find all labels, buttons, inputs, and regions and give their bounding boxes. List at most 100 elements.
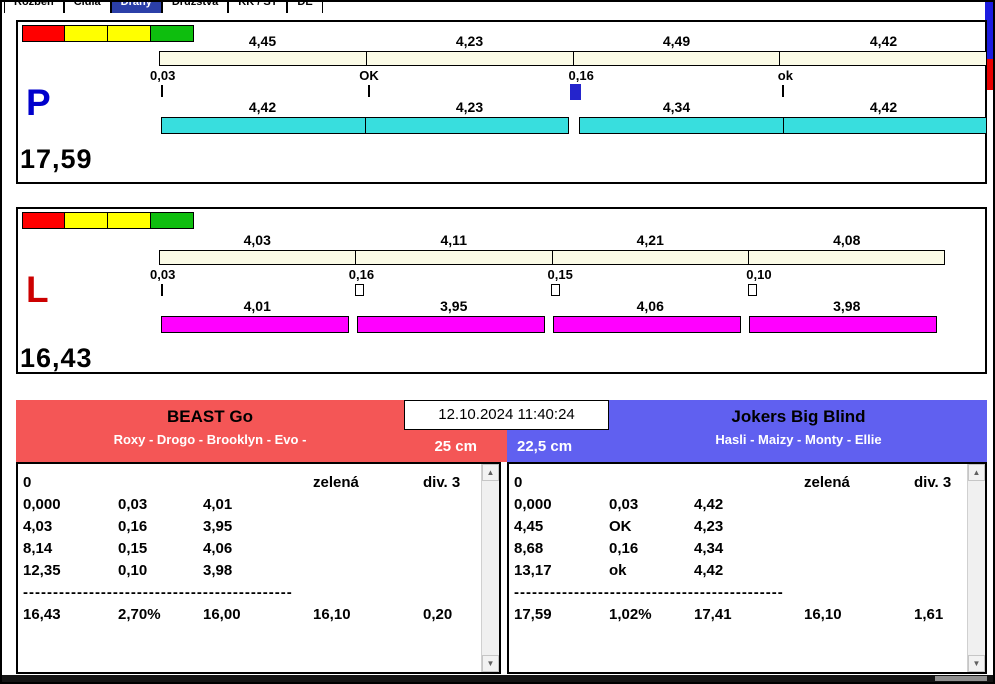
lower-split-times-l: 4,01 3,95 4,06 3,98 <box>159 298 945 314</box>
result-row: 0,000 0,03 4,01 <box>23 496 233 513</box>
scroll-down-icon[interactable]: ▼ <box>482 655 499 672</box>
change-labels-p: 0,03 OK 0,16 ok <box>150 68 987 83</box>
split-time: 4,06 <box>636 298 664 314</box>
scrollbar-left[interactable]: ▲ ▼ <box>481 464 499 672</box>
tab-de[interactable]: DE <box>287 2 323 13</box>
tick-marker <box>782 85 784 97</box>
bar-segment <box>160 251 355 264</box>
scroll-up-icon[interactable]: ▲ <box>968 464 985 481</box>
split-time: 4,21 <box>636 232 664 248</box>
bar-segment <box>161 316 349 333</box>
lower-segment-bar-l <box>161 316 945 333</box>
marker-row-p <box>159 84 987 100</box>
result-row: 4,03 0,16 3,95 <box>23 518 233 535</box>
status-square-yellow-2 <box>108 212 151 229</box>
dog-list-left: Roxy - Drogo - Brooklyn - Evo - <box>113 432 307 447</box>
tick-marker <box>368 85 370 97</box>
scrollbar-right[interactable]: ▲ ▼ <box>967 464 985 672</box>
result-row: 4,45 OK 4,23 <box>514 518 724 535</box>
split-time: 4,42 <box>869 99 898 115</box>
result-row: 8,14 0,15 4,06 <box>23 540 233 557</box>
tick-box-marker <box>551 284 560 296</box>
status-square-red <box>22 212 65 229</box>
bar-segment <box>747 251 944 264</box>
split-time: 3,95 <box>440 298 468 314</box>
bar-segment <box>572 52 780 65</box>
bar-segment <box>551 251 748 264</box>
status-square-yellow-1 <box>65 25 108 42</box>
change-label: 0,03 <box>150 68 176 83</box>
tab-drahy[interactable]: Dráhy <box>110 2 162 13</box>
dog-list-right: Hasli - Maizy - Monty - Ellie <box>715 432 882 447</box>
split-time: 4,11 <box>440 232 467 248</box>
bar-segment <box>355 251 551 264</box>
result-row: 0,000 0,03 4,42 <box>514 496 724 513</box>
result-text-left: 0 zelená div. 3 0,000 0,03 4,01 4,03 0,16 3,… <box>23 472 479 670</box>
bar-segment <box>365 52 573 65</box>
team-name-left: BEAST Go <box>167 407 253 426</box>
status-square-red <box>22 25 65 42</box>
bottom-edge-resize-area <box>935 676 987 681</box>
bar-segment <box>160 52 366 65</box>
upper-split-times-l: 4,03 4,11 4,21 4,08 <box>159 232 945 248</box>
tab-rozbeh[interactable]: Rozbeh <box>4 2 64 13</box>
app-window: Rozbeh Cidla Dráhy Družstva KK / ST DE P… <box>0 0 995 684</box>
window-bottom-edge <box>2 675 993 682</box>
result-row: 13,17 ok 4,42 <box>514 562 724 579</box>
result-head-row: 0 zelená div. 3 <box>514 474 952 491</box>
bar-segment <box>579 117 784 134</box>
status-square-yellow-1 <box>65 212 108 229</box>
tab-bar: Rozbeh Cidla Dráhy Družstva KK / ST DE <box>4 2 323 13</box>
result-separator: ----------------------------------------… <box>23 584 293 601</box>
result-panel-right: 0 zelená div. 3 0,000 0,03 4,42 4,45 OK 4,23… <box>507 462 987 674</box>
bar-segment <box>357 316 545 333</box>
lane-letter-l: L <box>26 269 49 310</box>
lane-letter-p: P <box>26 82 51 123</box>
upper-split-times-p: 4,45 4,23 4,49 4,42 <box>159 33 987 49</box>
team-name-right: Jokers Big Blind <box>731 407 866 426</box>
change-label: 0,03 <box>150 267 176 282</box>
result-head-row: 0 zelená div. 3 <box>23 474 461 491</box>
bar-segment <box>161 117 366 134</box>
change-label: 0,16 <box>568 68 594 83</box>
active-marker <box>570 84 581 100</box>
change-label: OK <box>359 68 379 83</box>
split-time: 4,42 <box>248 99 277 115</box>
lower-segment-bar-p <box>161 117 987 134</box>
result-panel-left: 0 zelená div. 3 0,000 0,03 4,01 4,03 0,16 3,… <box>16 462 501 674</box>
lower-split-times-p: 4,42 4,23 4,34 4,42 <box>159 99 987 115</box>
result-separator: ----------------------------------------… <box>514 584 784 601</box>
change-label: 0,15 <box>547 267 573 282</box>
bar-segment <box>779 52 986 65</box>
scroll-down-icon[interactable]: ▼ <box>968 655 985 672</box>
split-time: 4,42 <box>869 33 898 49</box>
tab-druzstva[interactable]: Družstva <box>161 2 229 13</box>
upper-segment-bar-l <box>159 250 945 265</box>
jump-height-left: 25 cm <box>434 438 477 455</box>
split-time: 4,23 <box>455 33 484 49</box>
split-time: 4,03 <box>243 232 271 248</box>
bar-segment <box>553 316 741 333</box>
lane-panel-l: L 16,43 4,03 4,11 4,21 4,08 0,03 0,16 0,… <box>16 207 987 374</box>
tab-kk-st[interactable]: KK / ST <box>228 2 288 13</box>
jump-height-right: 22,5 cm <box>517 438 573 455</box>
result-row: 8,68 0,16 4,34 <box>514 540 724 557</box>
scroll-up-icon[interactable]: ▲ <box>482 464 499 481</box>
split-time: 4,49 <box>662 33 691 49</box>
lane-panel-p: P 17,59 4,45 4,23 4,49 4,42 0,03 OK 0,16… <box>16 20 987 184</box>
lane-total-p: 17,59 <box>20 144 93 174</box>
result-text-right: 0 zelená div. 3 0,000 0,03 4,42 4,45 OK 4,23… <box>514 472 965 670</box>
lane-total-l: 16,43 <box>20 343 93 373</box>
tick-box-marker <box>747 284 757 296</box>
change-labels-l: 0,03 0,16 0,15 0,10 <box>150 267 945 282</box>
tab-cidla[interactable]: Cidla <box>63 2 111 13</box>
result-total-row: 16,43 2,70% 16,00 16,10 0,20 <box>23 606 453 623</box>
change-label: ok <box>777 68 793 83</box>
split-time: 4,01 <box>243 298 271 314</box>
lane-bars-l: 4,03 4,11 4,21 4,08 0,03 0,16 0,15 0,10 <box>150 221 945 384</box>
upper-segment-bar-p <box>159 51 987 66</box>
datetime-display: 12.10.2024 11:40:24 <box>404 400 609 430</box>
lane-bars-p: 4,45 4,23 4,49 4,42 0,03 OK 0,16 ok 4,42… <box>150 22 987 182</box>
tick-marker <box>161 284 163 296</box>
result-row: 12,35 0,10 3,98 <box>23 562 233 579</box>
